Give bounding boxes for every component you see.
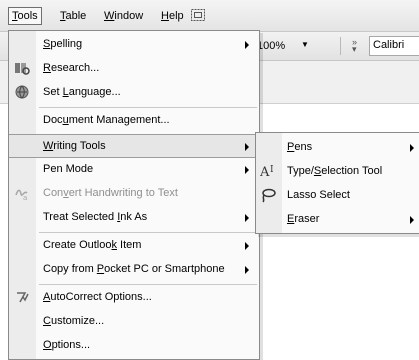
menu-item-autocorrect-options[interactable]: AutoCorrect Options...	[9, 286, 259, 310]
menu-window[interactable]: Window	[100, 8, 147, 24]
menu-item-label: Research...	[43, 62, 100, 74]
writing-tools-submenu: Pens A I Type/Selection Tool Lasso Selec…	[255, 132, 419, 234]
submenu-item-label: Eraser	[287, 213, 320, 225]
submenu-item-type-selection-tool[interactable]: A I Type/Selection Tool	[256, 160, 419, 184]
type-selection-icon: A I	[260, 165, 274, 179]
toolbar-overflow-icon[interactable]: » ▾	[352, 38, 357, 54]
convert-handwriting-icon: a	[15, 189, 28, 201]
submenu-item-label: Type/Selection Tool	[287, 165, 383, 177]
menu-item-label: Convert Handwriting to Text	[43, 187, 178, 199]
menu-separator	[39, 107, 257, 108]
submenu-arrow-icon	[245, 266, 249, 274]
submenu-arrow-icon	[245, 242, 249, 250]
submenu-item-label: Lasso Select	[287, 189, 350, 201]
tools-menu: Spelling Research... Set Language... Doc…	[8, 30, 260, 360]
menu-item-label: Spelling	[43, 38, 83, 50]
menu-separator	[39, 284, 257, 285]
svg-text:I: I	[270, 165, 274, 175]
menu-item-pen-mode[interactable]: Pen Mode	[9, 158, 259, 182]
menu-item-research[interactable]: Research...	[9, 57, 259, 81]
menu-item-treat-selected-ink[interactable]: Treat Selected Ink As	[9, 206, 259, 230]
globe-icon	[15, 85, 29, 99]
submenu-item-pens[interactable]: Pens	[256, 136, 419, 160]
submenu-item-lasso-select[interactable]: Lasso Select	[256, 184, 419, 208]
menu-item-set-language[interactable]: Set Language...	[9, 81, 259, 105]
font-name-value: Calibri	[373, 39, 405, 51]
submenu-item-eraser[interactable]: Eraser	[256, 208, 419, 232]
autocorrect-icon	[17, 292, 29, 303]
svg-text:A: A	[260, 165, 270, 179]
submenu-item-label: Pens	[287, 141, 313, 153]
menu-item-create-outlook-item[interactable]: Create Outlook Item	[9, 234, 259, 258]
font-name-field[interactable]: Calibri	[369, 36, 419, 56]
menu-item-label: Options...	[43, 339, 91, 351]
menu-table[interactable]: Table	[56, 8, 90, 24]
menu-item-copy-from-pocket-pc[interactable]: Copy from Pocket PC or Smartphone	[9, 258, 259, 282]
submenu-arrow-icon	[410, 216, 414, 224]
menu-item-document-management[interactable]: Document Management...	[9, 109, 259, 133]
menu-separator	[39, 232, 257, 233]
menu-help[interactable]: Help	[157, 8, 188, 24]
menu-item-label: Pen Mode	[43, 163, 94, 175]
submenu-arrow-icon	[245, 214, 249, 222]
submenu-arrow-icon	[245, 41, 249, 49]
submenu-arrow-icon	[245, 166, 249, 174]
lasso-icon	[262, 188, 276, 203]
menu-item-label: Set Language...	[43, 86, 121, 98]
menu-bar: Tools Table Window Help	[0, 0, 419, 32]
menu-item-writing-tools[interactable]: Writing Tools	[9, 134, 259, 158]
submenu-arrow-icon	[245, 143, 249, 151]
menu-item-spelling[interactable]: Spelling	[9, 33, 259, 57]
menu-item-convert-handwriting[interactable]: a Convert Handwriting to Text	[9, 182, 259, 206]
menu-tools[interactable]: Tools	[8, 7, 42, 25]
menu-item-options[interactable]: Options...	[9, 334, 259, 358]
menu-item-label: AutoCorrect Options...	[43, 291, 152, 303]
zoom-value[interactable]: 100%	[257, 40, 285, 52]
menu-item-label: Customize...	[43, 315, 105, 327]
submenu-arrow-icon	[410, 144, 414, 152]
menu-item-label: Copy from Pocket PC or Smartphone	[43, 263, 225, 275]
menu-item-label: Treat Selected Ink As	[43, 211, 148, 223]
menu-item-label: Document Management...	[43, 114, 170, 126]
menu-item-label: Writing Tools	[43, 140, 106, 152]
menu-item-customize[interactable]: Customize...	[9, 310, 259, 334]
toolbar-separator	[340, 37, 341, 55]
menu-tools-label: ools	[17, 10, 38, 22]
restore-window-icon[interactable]	[190, 8, 206, 22]
research-icon	[15, 63, 30, 75]
zoom-dropdown-arrow-icon[interactable]: ▼	[301, 40, 309, 49]
menu-item-label: Create Outlook Item	[43, 239, 142, 251]
svg-text:a: a	[23, 194, 27, 201]
